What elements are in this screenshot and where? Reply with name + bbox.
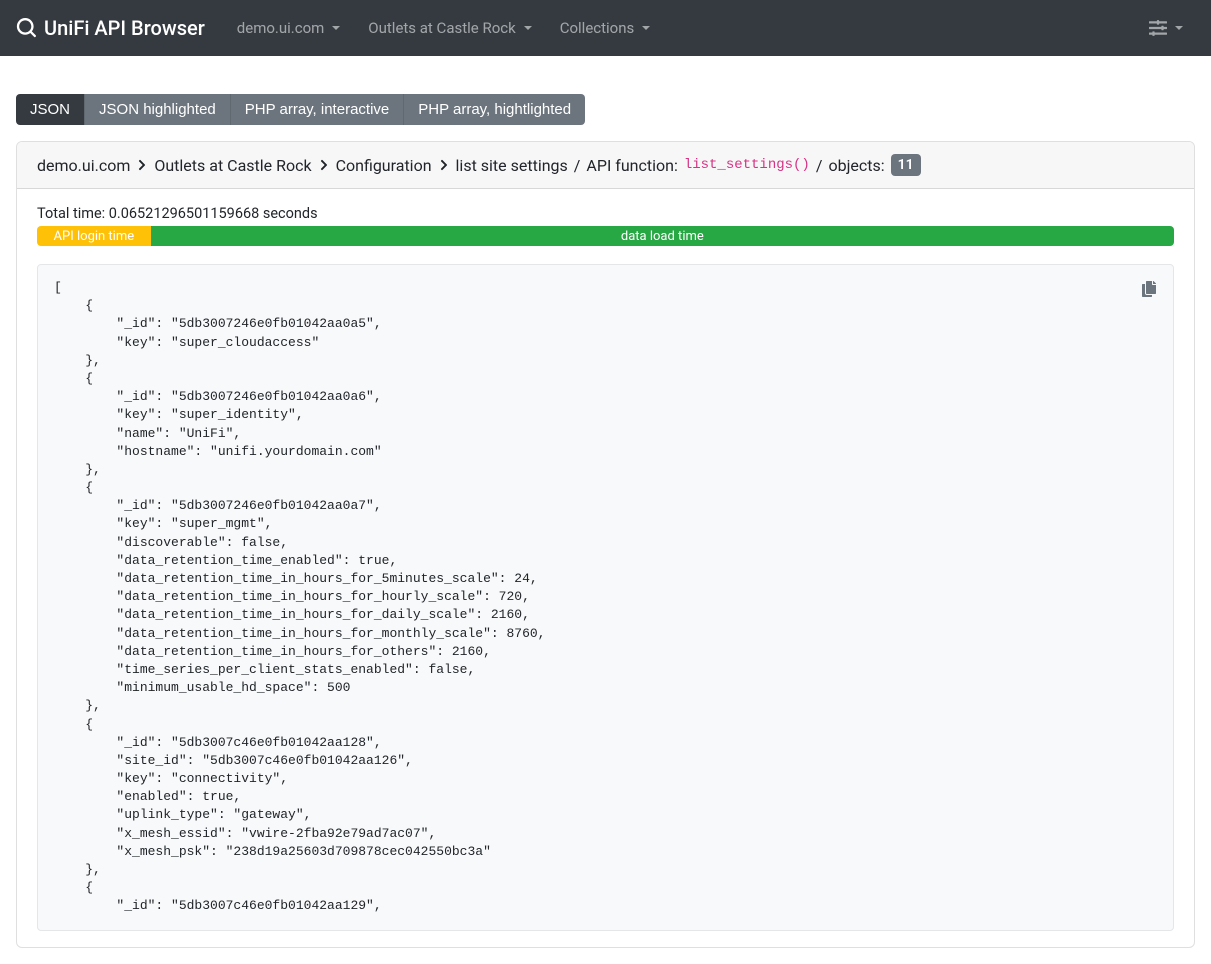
output-format-tabs: JSON JSON highlighted PHP array, interac… [16, 94, 585, 125]
progress-login-segment: API login time [37, 226, 151, 246]
tab-php-interactive[interactable]: PHP array, interactive [230, 94, 404, 125]
chevron-right-icon [320, 159, 328, 171]
copy-icon [1141, 281, 1157, 297]
crumb-api-label: API function: [586, 156, 677, 175]
nav-settings-dropdown[interactable] [1137, 11, 1195, 45]
caret-down-icon [1175, 26, 1183, 30]
nav-site-dropdown[interactable]: Outlets at Castle Rock [356, 11, 543, 45]
nav-right [1137, 11, 1195, 45]
crumb-api-function: list_settings() [684, 157, 810, 173]
navbar-nav: demo.ui.com Outlets at Castle Rock Colle… [225, 11, 1137, 45]
crumb-site: Outlets at Castle Rock [154, 156, 311, 175]
crumb-objects-label: objects: [828, 156, 884, 175]
progress-load-segment: data load time [151, 226, 1174, 246]
caret-down-icon [332, 26, 340, 30]
json-output-block: [ { "_id": "5db3007246e0fb01042aa0a5", "… [37, 264, 1174, 931]
brand-link[interactable]: UniFi API Browser [16, 16, 205, 40]
nav-collections-dropdown[interactable]: Collections [548, 11, 663, 45]
chevron-right-icon [440, 159, 448, 171]
tab-json[interactable]: JSON [16, 94, 84, 125]
card-body: Total time: 0.06521296501159668 seconds … [17, 189, 1194, 947]
top-navbar: UniFi API Browser demo.ui.com Outlets at… [0, 0, 1211, 56]
search-icon [16, 18, 36, 38]
total-time-label: Total time: 0.06521296501159668 seconds [37, 205, 1174, 222]
copy-button[interactable] [1135, 275, 1163, 303]
main-container: JSON JSON highlighted PHP array, interac… [0, 56, 1211, 964]
breadcrumb: demo.ui.com Outlets at Castle Rock Confi… [17, 142, 1194, 189]
crumb-slash: / [574, 156, 581, 175]
crumb-slash: / [816, 156, 823, 175]
sliders-icon [1149, 19, 1167, 37]
brand-text: UniFi API Browser [44, 16, 205, 40]
chevron-right-icon [138, 159, 146, 171]
crumb-section: Configuration [336, 156, 432, 175]
caret-down-icon [642, 26, 650, 30]
crumb-controller: demo.ui.com [37, 156, 130, 175]
objects-count-badge: 11 [891, 154, 921, 176]
results-card: demo.ui.com Outlets at Castle Rock Confi… [16, 141, 1195, 948]
nav-controller-dropdown[interactable]: demo.ui.com [225, 11, 353, 45]
tab-json-highlighted[interactable]: JSON highlighted [84, 94, 230, 125]
caret-down-icon [524, 26, 532, 30]
tab-php-highlighted[interactable]: PHP array, hightlighted [403, 94, 585, 125]
json-output[interactable]: [ { "_id": "5db3007246e0fb01042aa0a5", "… [54, 279, 1157, 916]
timing-progress: API login time data load time [37, 226, 1174, 246]
crumb-page: list site settings [456, 156, 568, 175]
